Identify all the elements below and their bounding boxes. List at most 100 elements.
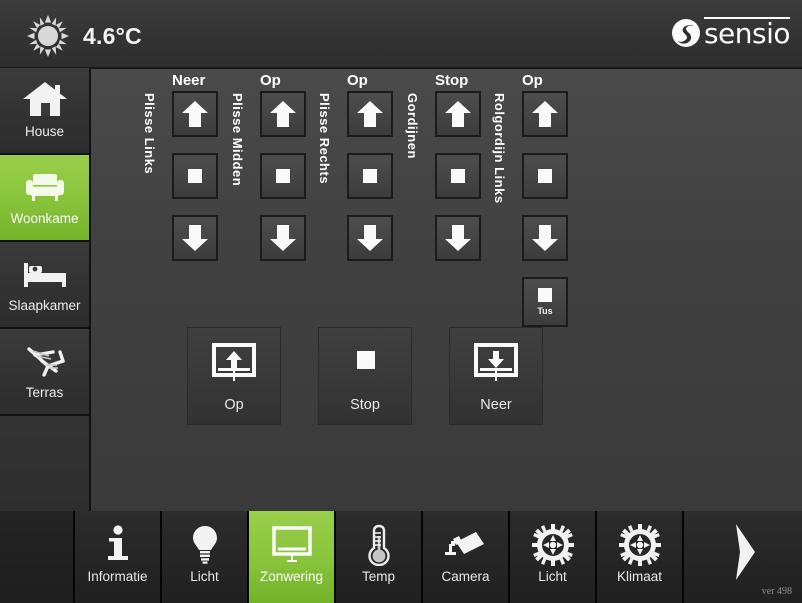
nav-item-label: Licht (538, 569, 567, 584)
weather-indicator: 4.6°C (26, 14, 142, 58)
chevron-right-icon (723, 521, 763, 588)
group-button-label: Neer (480, 397, 512, 413)
nav-item-label: Licht (190, 569, 219, 584)
column-vertical-label: Plisse Midden (230, 93, 245, 187)
square-icon (355, 161, 385, 191)
sun-icon (26, 14, 70, 58)
up-button[interactable] (172, 91, 218, 137)
blind-screen-icon (270, 523, 314, 567)
nav-item-label: Camera (441, 569, 490, 584)
thermometer-icon (363, 523, 395, 567)
down-button[interactable] (435, 215, 481, 261)
column-title: Op (260, 72, 281, 89)
nav-next-page-button[interactable]: ver 498 (684, 511, 802, 603)
sidebar-item-label: Terras (25, 385, 64, 400)
lightbulb-icon (189, 523, 221, 567)
group-button-label: Op (224, 397, 244, 413)
sidebar-item-label: House (24, 124, 65, 139)
down-button[interactable] (172, 215, 218, 261)
tus-button-label: Tus (537, 306, 553, 316)
info-icon (102, 523, 134, 567)
nav-item-label: Temp (361, 569, 395, 584)
column-title: Stop (435, 72, 469, 89)
arrow-up-icon (268, 99, 298, 129)
nav-item-label: Zonwering (259, 569, 324, 584)
column-title: Neer (172, 72, 206, 89)
arrow-up-icon (180, 99, 210, 129)
room-sidebar: House Woonkame Slaapkamer Terras (0, 68, 91, 511)
sensio-swirl-icon (671, 17, 701, 48)
down-button[interactable] (260, 215, 306, 261)
nav-item-klimaat[interactable]: Klimaat (597, 511, 684, 603)
sidebar-empty-slot (0, 416, 91, 511)
brand-name: sensio (703, 17, 791, 50)
arrow-down-icon (180, 223, 210, 253)
stop-button[interactable] (260, 153, 306, 199)
temperature-value: 4.6°C (83, 22, 142, 49)
nav-item-licht-settings[interactable]: Licht (510, 511, 597, 603)
group-op-button[interactable]: Op (187, 327, 281, 425)
up-button[interactable] (522, 91, 568, 137)
house-icon (22, 77, 68, 121)
shade-column-gordijnen (435, 91, 481, 261)
column-vertical-label: Rolgordijn Links (492, 93, 507, 204)
arrow-up-icon (443, 99, 473, 129)
zonwering-control-panel: Neer Plisse Links Op Plisse Midden Op Pl… (91, 68, 802, 511)
version-label: ver 498 (761, 586, 792, 597)
up-button[interactable] (435, 91, 481, 137)
arrow-down-icon (530, 223, 560, 253)
nav-item-temp[interactable]: Temp (336, 511, 423, 603)
sidebar-item-woonkame[interactable]: Woonkame (0, 155, 91, 242)
shade-column-plisse-links (172, 91, 218, 261)
shade-column-rolgordijn-links: Tus (522, 91, 568, 327)
column-vertical-label: Gordijnen (405, 93, 420, 159)
nav-item-camera[interactable]: Camera (423, 511, 510, 603)
nav-item-zonwering[interactable]: Zonwering (249, 511, 336, 603)
group-button-label: Stop (350, 397, 380, 413)
up-button[interactable] (347, 91, 393, 137)
square-icon (268, 161, 298, 191)
nav-item-label: Informatie (87, 569, 148, 584)
column-title: Op (347, 72, 368, 89)
stop-button[interactable] (347, 153, 393, 199)
square-icon (443, 161, 473, 191)
arrow-down-icon (443, 223, 473, 253)
sidebar-item-house[interactable]: House (0, 68, 91, 155)
gear-icon (618, 523, 661, 567)
up-button[interactable] (260, 91, 306, 137)
header-bar: 4.6°C sensio (0, 0, 802, 68)
stop-button[interactable] (435, 153, 481, 199)
stop-button[interactable] (522, 153, 568, 199)
armchair-icon (22, 164, 68, 208)
shade-column-plisse-rechts (347, 91, 393, 261)
blind-down-icon (473, 339, 519, 391)
arrow-up-icon (530, 99, 560, 129)
column-title: Op (522, 72, 543, 89)
sidebar-item-label: Slaapkamer (8, 298, 81, 313)
column-vertical-label: Plisse Links (142, 93, 157, 175)
down-button[interactable] (347, 215, 393, 261)
bed-icon (21, 251, 69, 295)
down-button[interactable] (522, 215, 568, 261)
nav-item-licht[interactable]: Licht (162, 511, 249, 603)
group-stop-button[interactable]: Stop (318, 327, 412, 425)
arrow-down-icon (355, 223, 385, 253)
square-icon (538, 288, 552, 302)
nav-item-informatie[interactable]: Informatie (75, 511, 162, 603)
square-icon (342, 339, 388, 391)
sidebar-item-label: Woonkame (10, 211, 79, 226)
tus-button[interactable]: Tus (522, 277, 568, 327)
sensio-home-control-screen: 4.6°C sensio House Woonkame Slaapkamer T… (0, 0, 802, 603)
group-neer-button[interactable]: Neer (449, 327, 543, 425)
shade-column-plisse-midden (260, 91, 306, 261)
brand-logo: sensio (671, 17, 791, 50)
sidebar-item-terras[interactable]: Terras (0, 329, 91, 416)
stop-button[interactable] (172, 153, 218, 199)
bottom-navigation-bar: Informatie Licht Zonwering Temp Camera L… (0, 511, 802, 603)
camera-icon (444, 523, 488, 567)
sidebar-item-slaapkamer[interactable]: Slaapkamer (0, 242, 91, 329)
nav-item-label: Klimaat (616, 569, 662, 584)
arrow-up-icon (355, 99, 385, 129)
column-vertical-label: Plisse Rechts (317, 93, 332, 185)
nav-left-spacer (0, 511, 75, 603)
